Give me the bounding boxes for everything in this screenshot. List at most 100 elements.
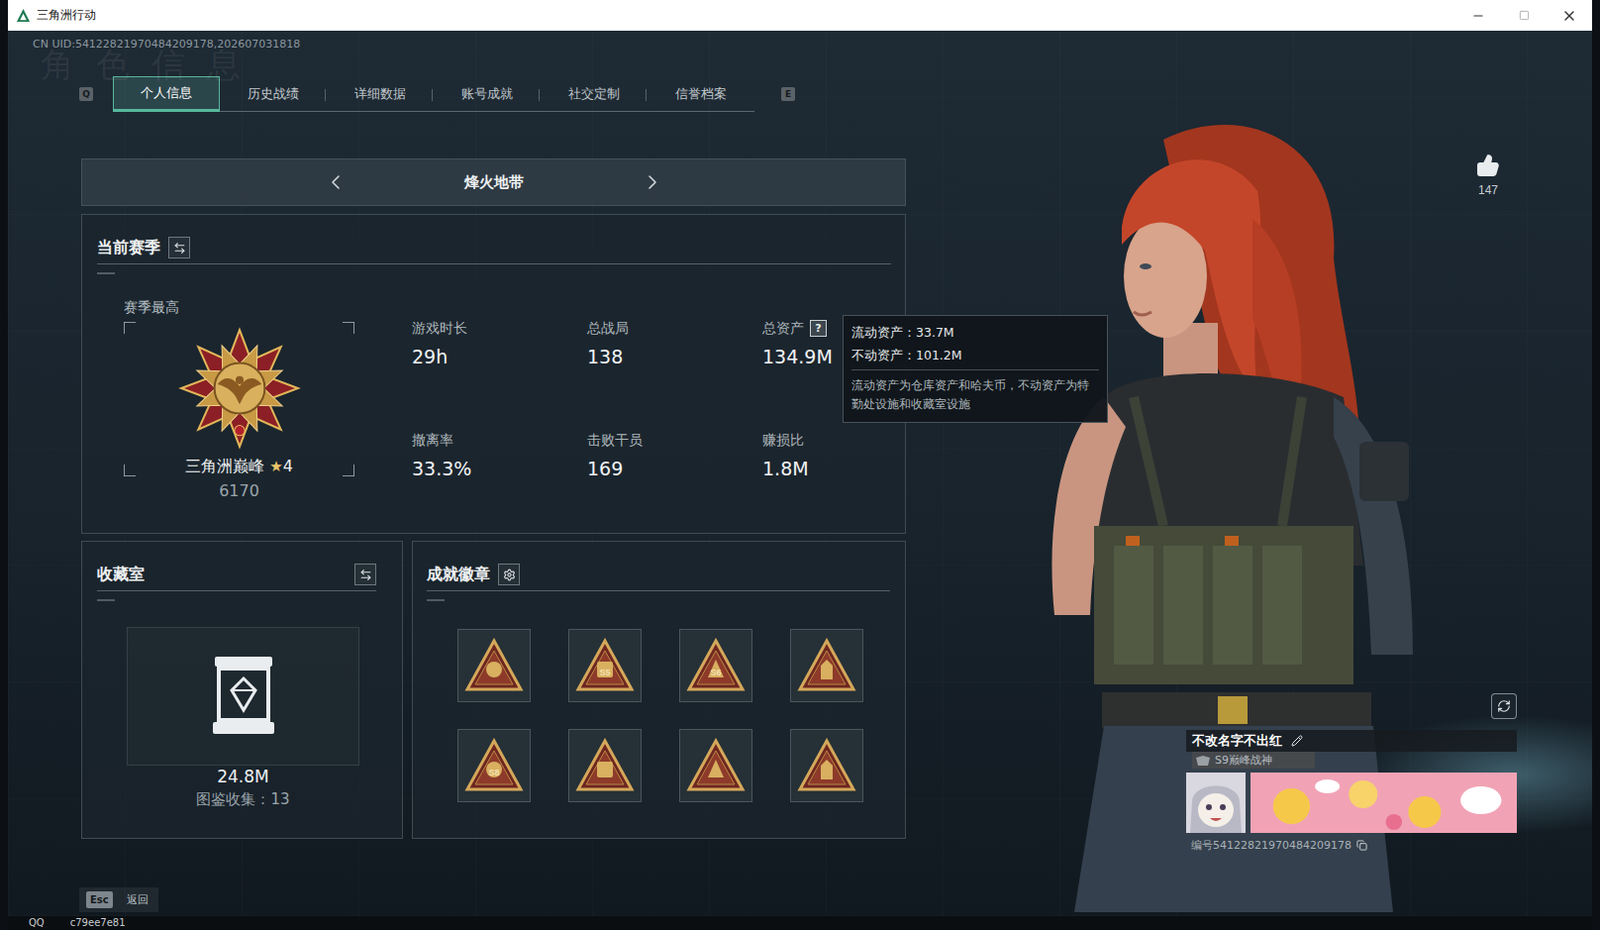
- profile-banner: [1250, 772, 1517, 833]
- badge-tile[interactable]: S8: [457, 728, 531, 802]
- media-row: [1186, 772, 1517, 833]
- stat-value: 29h: [411, 344, 588, 369]
- stat-label: 撤离率: [411, 430, 588, 449]
- season-body: 赛季最高三角洲巅峰★4 6170 游戏时长 29h总战局138总资产?134.9M流动…: [97, 299, 892, 501]
- achievement-badge-icon: [797, 637, 857, 694]
- stat-cell: 总战局138: [587, 318, 763, 369]
- taskbar-item[interactable]: c79ee7e81: [70, 916, 126, 929]
- badge-panel: 成就徽章 S5 S6 S8: [411, 540, 906, 839]
- achievement-badge-icon: [464, 637, 524, 694]
- panel-header: 成就徽章: [426, 561, 891, 592]
- taskbar-item[interactable]: QQ: [28, 916, 45, 929]
- esc-key: Esc: [86, 891, 113, 908]
- minimize-button[interactable]: [1455, 0, 1501, 31]
- badge-tile[interactable]: [790, 628, 864, 702]
- mode-selector: 烽火地带: [81, 158, 906, 206]
- panel-title: 收藏室: [97, 564, 145, 586]
- header-dash: [97, 272, 115, 275]
- catalog-count: 图鉴收集：13: [126, 789, 360, 809]
- chevron-left-icon: [323, 167, 348, 198]
- title-bar: 三角洲行动: [7, 0, 1593, 31]
- season-panel: 当前赛季赛季最高三角洲巅峰★4 6170 游戏时长 29h总战局138总资产?134.…: [81, 213, 906, 534]
- swap-icon: [359, 568, 373, 582]
- header-dash: [426, 599, 445, 601]
- rank-line: 三角洲巅峰★4: [185, 456, 294, 477]
- switch-season-button[interactable]: [168, 236, 191, 259]
- badge-tile[interactable]: [457, 628, 531, 702]
- info-column: CN UID:54122821970484209178,202607031818…: [7, 30, 906, 916]
- achievement-badge-icon: [464, 737, 524, 794]
- prev-mode-button[interactable]: [323, 166, 348, 199]
- tooltip-divider: [851, 369, 1100, 371]
- stat-label: 游戏时长: [411, 318, 588, 337]
- tooltip-note: 流动资产为仓库资产和哈夫币，不动资产为特勤处设施和收藏室设施: [851, 376, 1100, 414]
- stat-cell: 游戏时长 29h: [411, 318, 588, 369]
- achievement-badge-icon: [686, 737, 746, 794]
- game-stage: 角色信息CN UID:54122821970484209178,20260703…: [7, 30, 1593, 916]
- switch-collection-button[interactable]: [354, 563, 377, 586]
- panel-header: 收藏室: [97, 561, 377, 592]
- rank-medal-icon: [177, 325, 302, 451]
- stat-value: 169: [587, 456, 763, 481]
- prev-tab-key[interactable]: Q: [79, 87, 94, 101]
- edit-name-button[interactable]: [1289, 732, 1305, 749]
- copy-id-button[interactable]: [1355, 838, 1370, 853]
- badge-tile[interactable]: S5: [568, 628, 642, 702]
- tab-list: 个人信息历史战绩详细数据账号成就社交定制信誉档案: [112, 76, 755, 112]
- tab[interactable]: 个人信息: [112, 76, 220, 112]
- close-icon: [1561, 7, 1578, 24]
- tab-bar: Q 个人信息历史战绩详细数据账号成就社交定制信誉档案 E: [81, 76, 906, 112]
- back-button[interactable]: Esc返回: [79, 887, 159, 912]
- gear-icon: [502, 568, 516, 582]
- stat-value: 138: [587, 344, 763, 369]
- tooltip-line: 流动资产：33.7M: [851, 320, 1100, 344]
- stat-value: 1.8M: [762, 456, 892, 481]
- stat-label: 赚损比: [762, 430, 892, 449]
- badge-tile[interactable]: [790, 728, 864, 802]
- badge-settings-button[interactable]: [498, 563, 520, 586]
- swap-icon: [173, 241, 187, 255]
- player-id-text: 编号54122821970484209178: [1191, 837, 1352, 853]
- chevron-right-icon: [640, 167, 665, 198]
- asset-tooltip: 流动资产：33.7M不动资产：101.2M 流动资产为仓库资产和哈夫币，不动资产为…: [842, 314, 1108, 423]
- collection-value: 24.8M: [126, 765, 360, 788]
- tooltip-line: 不动资产：101.2M: [851, 343, 1100, 367]
- panel-title: 当前赛季: [97, 237, 161, 259]
- player-title: S9巅峰战神: [1192, 751, 1315, 769]
- maximize-button[interactable]: [1500, 0, 1547, 31]
- collection-panel: 收藏室 24.8M图鉴收集：13: [81, 540, 403, 839]
- badge-tile[interactable]: S6: [679, 628, 753, 702]
- tab[interactable]: 详细数据: [326, 76, 434, 112]
- header-dash: [97, 599, 115, 601]
- badge-label: S8: [458, 767, 530, 779]
- season-best-label: 赛季最高: [123, 299, 355, 315]
- tab[interactable]: 社交定制: [540, 76, 648, 112]
- copy-icon: [1356, 839, 1368, 851]
- showcase-box[interactable]: [126, 626, 360, 766]
- next-tab-key[interactable]: E: [781, 87, 796, 101]
- maximize-icon: [1518, 9, 1530, 21]
- rank-score: 6170: [123, 481, 355, 501]
- badge-tile[interactable]: [568, 728, 642, 802]
- refresh-icon: [1497, 699, 1511, 713]
- panel-title: 成就徽章: [426, 564, 491, 586]
- badge-label: S6: [680, 667, 752, 679]
- stat-cell: 击败干员169: [587, 430, 763, 481]
- panel-header: 当前赛季: [97, 234, 892, 265]
- tab[interactable]: 账号成就: [433, 76, 541, 112]
- badge-tile[interactable]: [679, 728, 753, 802]
- like-button[interactable]: 147: [1468, 153, 1508, 198]
- tab[interactable]: 历史战绩: [219, 76, 327, 112]
- player-name: 不改名字不出红: [1192, 731, 1283, 750]
- close-button[interactable]: [1546, 0, 1593, 31]
- info-content: Q 个人信息历史战绩详细数据账号成就社交定制信誉档案 E 烽火地带当前赛季赛季最高三角…: [32, 50, 906, 912]
- help-button[interactable]: ?: [809, 319, 827, 337]
- refresh-button[interactable]: [1491, 693, 1517, 719]
- star-icon: ★: [269, 457, 283, 476]
- stat-cell: 总资产?134.9M流动资产：33.7M不动资产：101.2M流动资产为仓库资产…: [762, 318, 892, 369]
- tab[interactable]: 信誉档案: [647, 76, 755, 112]
- stat-value: 33.3%: [411, 456, 588, 481]
- rank-name: 三角洲巅峰: [185, 456, 265, 477]
- next-mode-button[interactable]: [640, 166, 665, 199]
- avatar-picture[interactable]: [1186, 772, 1246, 833]
